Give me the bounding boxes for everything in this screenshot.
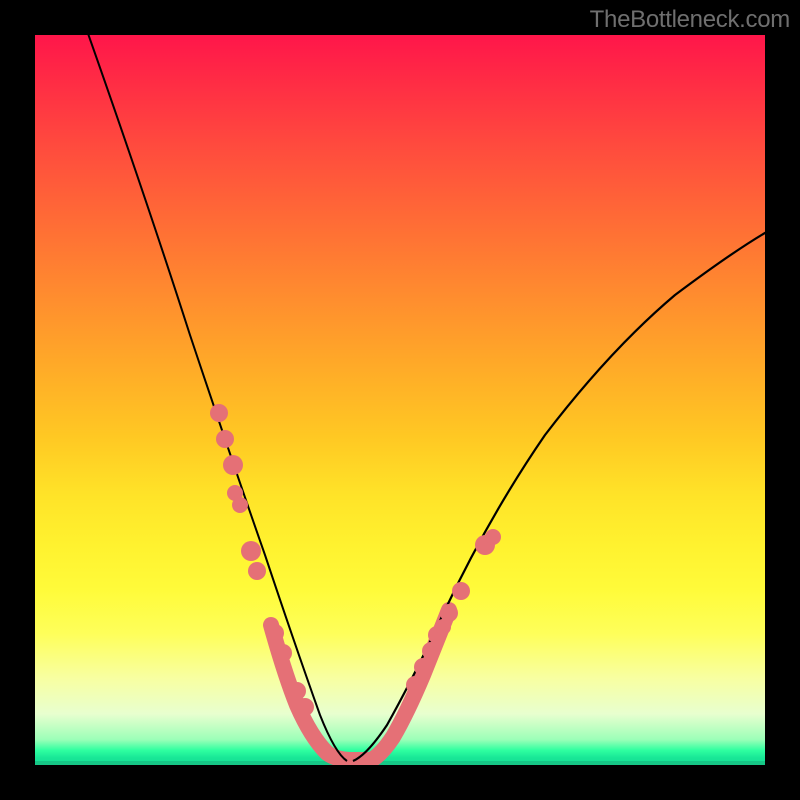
- curve-left: [85, 35, 347, 761]
- attribution-text: TheBottleneck.com: [590, 6, 790, 34]
- chart-frame: TheBottleneck.com: [0, 0, 800, 800]
- chart-overlay: [35, 35, 765, 765]
- markers-left: [210, 404, 314, 716]
- plot-area: [35, 35, 765, 765]
- markers-right: [406, 529, 501, 694]
